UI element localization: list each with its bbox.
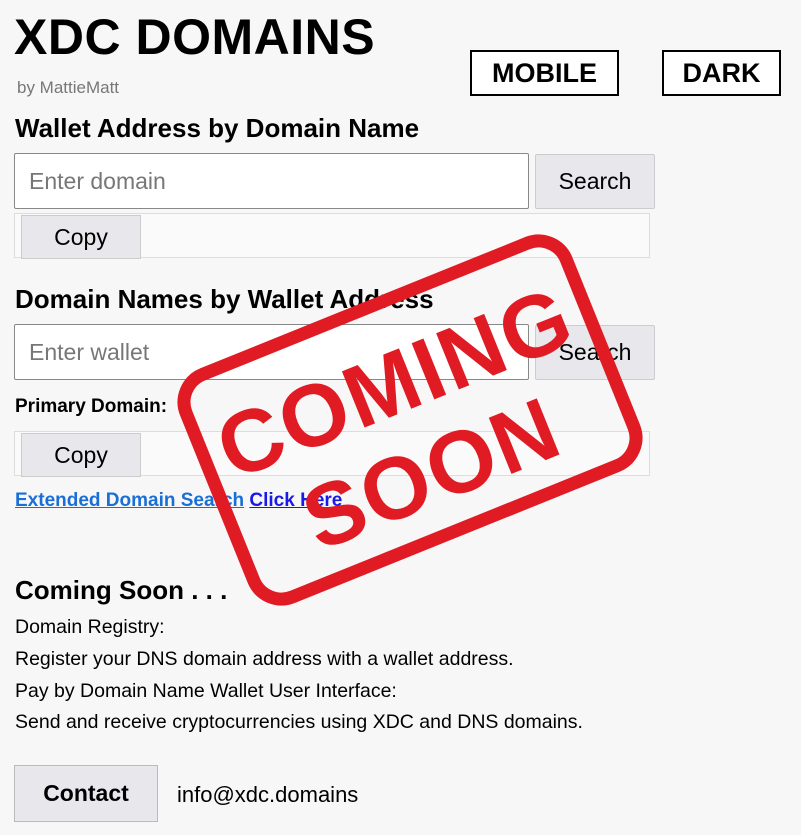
coming-soon-heading: Coming Soon . . . [15, 575, 228, 605]
dark-mode-button[interactable]: DARK [662, 50, 781, 96]
primary-domain-label: Primary Domain: [15, 396, 168, 417]
coming-soon-line: Register your DNS domain address with a … [15, 648, 514, 670]
contact-email: info@xdc.domains [177, 782, 359, 807]
site-title: XDC DOMAINS [14, 9, 376, 65]
wallet-copy-button[interactable]: Copy [21, 433, 141, 477]
domains-by-wallet-heading: Domain Names by Wallet Address [15, 284, 434, 314]
coming-soon-line: Send and receive cryptocurrencies using … [15, 711, 583, 733]
mobile-button[interactable]: MOBILE [470, 50, 619, 96]
wallet-search-button[interactable]: Search [535, 325, 655, 380]
wallet-by-domain-heading: Wallet Address by Domain Name [15, 113, 420, 143]
domain-input[interactable] [14, 153, 529, 209]
coming-soon-line: Domain Registry: [15, 616, 165, 638]
domain-search-button[interactable]: Search [535, 154, 655, 209]
coming-soon-line: Pay by Domain Name Wallet User Interface… [15, 680, 397, 702]
extended-search-row: Extended Domain Search Click Here [15, 490, 342, 512]
click-here-link[interactable]: Click Here [249, 490, 342, 511]
extended-search-link[interactable]: Extended Domain Search [15, 490, 244, 511]
domain-copy-button[interactable]: Copy [21, 215, 141, 259]
contact-button[interactable]: Contact [14, 765, 158, 822]
byline: by MattieMatt [17, 78, 120, 97]
wallet-input[interactable] [14, 324, 529, 380]
